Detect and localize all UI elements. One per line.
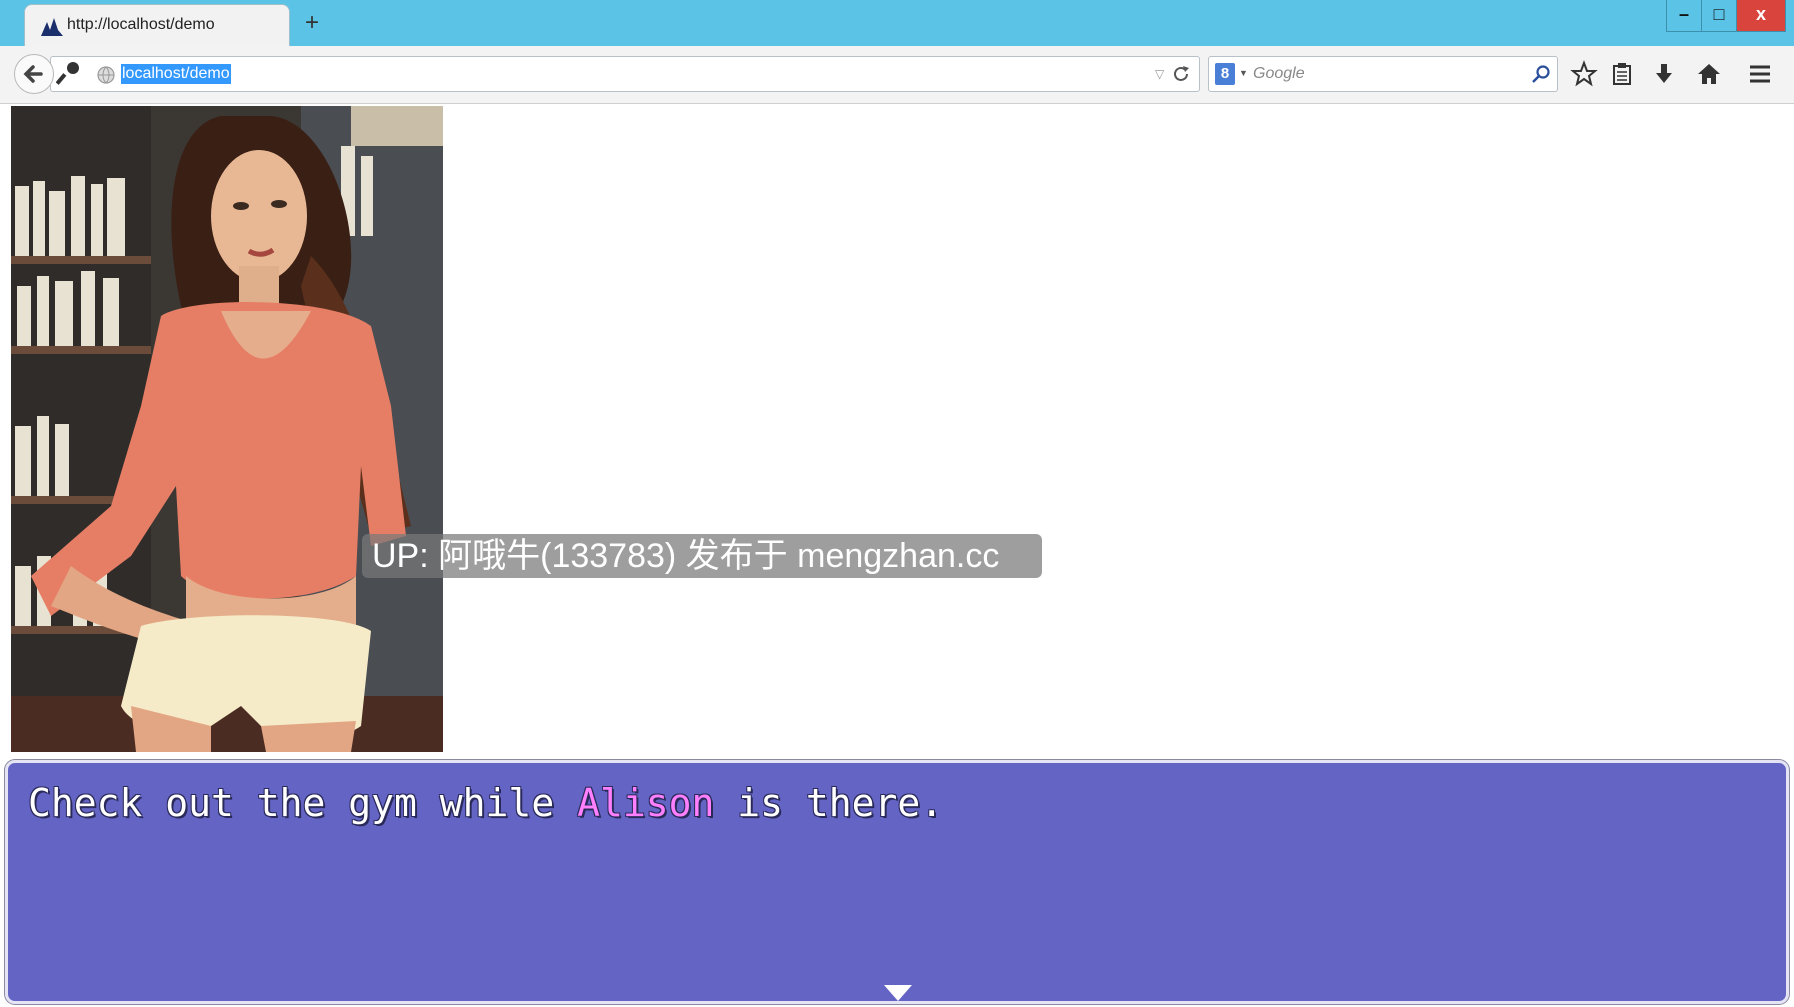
character-portrait — [11, 106, 443, 752]
key-icon[interactable] — [56, 60, 82, 86]
minimize-button[interactable]: – — [1666, 0, 1702, 32]
favicon-icon — [41, 18, 63, 36]
message-text: Check out the gym while Alison is there. — [28, 781, 943, 825]
menu-icon[interactable] — [1746, 60, 1774, 88]
continue-arrow-icon[interactable] — [884, 985, 912, 1001]
portrait-illustration — [11, 106, 443, 752]
watermark-overlay: UP: 阿哦牛(133783) 发布于 mengzhan.cc — [362, 534, 1042, 578]
message-text-after: is there. — [714, 781, 944, 825]
maximize-button[interactable]: □ — [1701, 0, 1737, 32]
search-placeholder: Google — [1253, 65, 1305, 82]
character-name: Alison — [577, 781, 715, 825]
globe-icon — [97, 66, 115, 84]
url-dropdown-icon[interactable]: ▽ — [1155, 67, 1164, 81]
browser-navbar: localhost/demo ▽ 8 ▼ Google — [0, 46, 1794, 104]
message-text-before: Check out the gym while — [28, 781, 578, 825]
url-bar[interactable]: localhost/demo ▽ — [50, 56, 1200, 92]
message-window[interactable]: Check out the gym while Alison is there. — [5, 760, 1789, 1004]
back-arrow-icon — [23, 65, 43, 83]
star-icon[interactable] — [1570, 60, 1598, 88]
search-engine-dropdown-icon[interactable]: ▼ — [1239, 68, 1248, 78]
clipboard-icon[interactable] — [1608, 60, 1636, 88]
home-icon[interactable] — [1695, 60, 1723, 88]
new-tab-button[interactable]: + — [300, 9, 324, 37]
browser-titlebar: http://localhost/demo + – □ x — [0, 0, 1794, 46]
google-icon[interactable]: 8 — [1215, 63, 1235, 85]
browser-tab[interactable]: http://localhost/demo — [24, 4, 290, 46]
search-bar[interactable]: 8 ▼ Google — [1208, 56, 1558, 92]
download-icon[interactable] — [1650, 60, 1678, 88]
back-button[interactable] — [14, 54, 54, 94]
url-text[interactable]: localhost/demo — [121, 64, 231, 84]
tab-title: http://localhost/demo — [67, 16, 215, 33]
close-button[interactable]: x — [1736, 0, 1786, 32]
search-icon[interactable] — [1531, 64, 1551, 84]
reload-icon[interactable] — [1171, 64, 1191, 84]
